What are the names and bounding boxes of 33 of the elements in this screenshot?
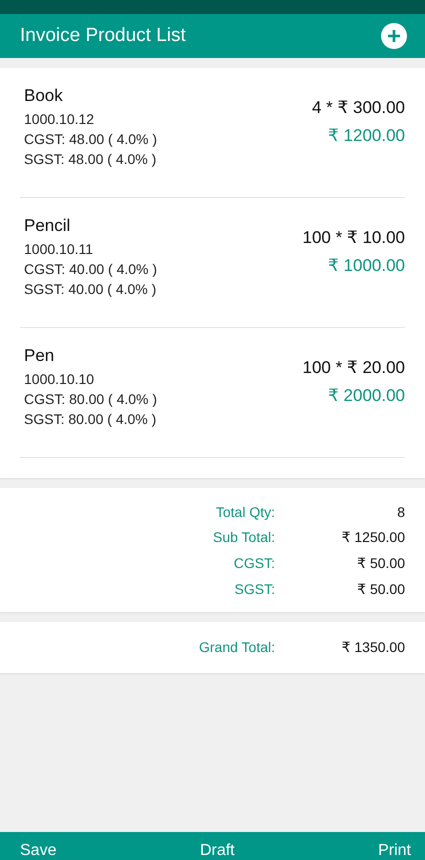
- product-name: Pen: [24, 346, 56, 366]
- action-button[interactable]: Save: [20, 842, 56, 860]
- page-title: Invoice Product List: [20, 25, 186, 47]
- cgst-text: CGST: 48.00 ( 4.0% ): [24, 131, 158, 147]
- total-value: ₹ 1250.00: [342, 529, 405, 546]
- total-label: Sub Total:: [212, 529, 275, 546]
- quantity-price: 100 * ₹ 10.00: [302, 228, 405, 248]
- cgst-text: CGST: 40.00 ( 4.0% ): [24, 261, 158, 277]
- line-amount: ₹ 1200.00: [328, 126, 405, 146]
- total-label: Total Qty:: [216, 504, 275, 520]
- product-name: Pencil: [24, 216, 72, 236]
- sgst-text: SGST: 40.00 ( 4.0% ): [24, 281, 158, 297]
- quantity-price: 4 * ₹ 300.00: [312, 98, 405, 118]
- total-value: ₹ 50.00: [357, 581, 405, 598]
- total-label: CGST:: [234, 555, 275, 572]
- quantity-price: 100 * ₹ 20.00: [302, 358, 405, 378]
- sgst-text: SGST: 48.00 ( 4.0% ): [24, 151, 158, 167]
- total-value: 8: [397, 504, 405, 520]
- product-code: 1000.10.10: [24, 371, 96, 387]
- grand-total-value: ₹ 1350.00: [342, 639, 405, 656]
- cgst-text: CGST: 80.00 ( 4.0% ): [24, 391, 158, 407]
- action-button[interactable]: Print: [378, 842, 411, 860]
- total-label: SGST:: [234, 581, 275, 598]
- product-code: 1000.10.12: [24, 111, 96, 127]
- action-button[interactable]: Draft: [200, 842, 235, 860]
- total-value: ₹ 50.00: [357, 555, 405, 572]
- sgst-text: SGST: 80.00 ( 4.0% ): [24, 411, 158, 427]
- line-amount: ₹ 1000.00: [328, 256, 405, 276]
- product-name: Book: [24, 86, 64, 106]
- line-amount: ₹ 2000.00: [328, 386, 405, 406]
- product-code: 1000.10.11: [24, 241, 94, 257]
- grand-total-label: Grand Total:: [198, 639, 275, 656]
- add-icon[interactable]: [381, 23, 407, 49]
